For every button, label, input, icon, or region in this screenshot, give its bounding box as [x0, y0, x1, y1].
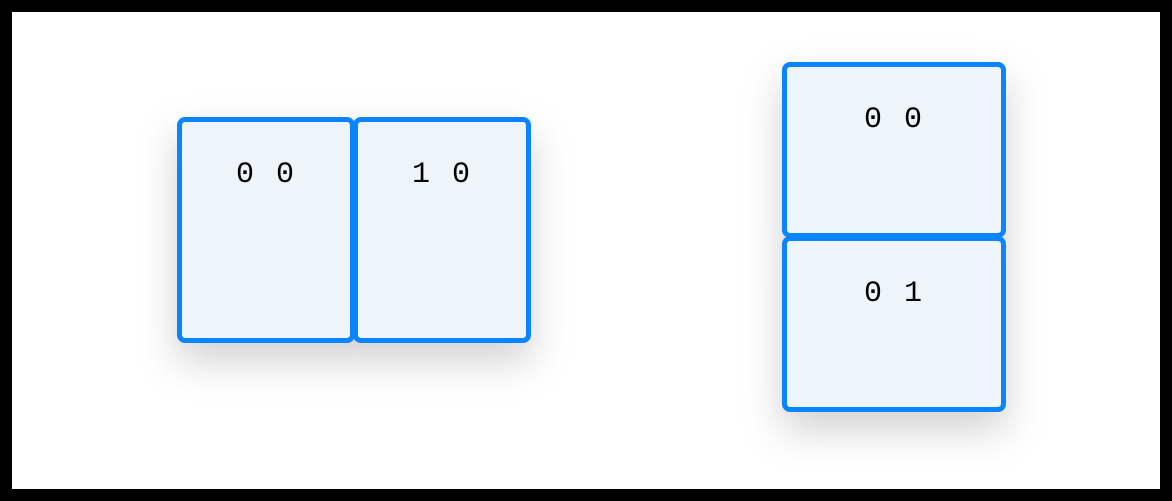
grid-cell: 0 0	[177, 117, 355, 343]
grid-cell: 1 0	[353, 117, 531, 343]
cell-coordinate-label: 0 0	[236, 158, 296, 192]
vertical-cell-group: 0 0 0 1	[782, 62, 1006, 412]
cell-coordinate-label: 0 1	[864, 277, 924, 311]
horizontal-cell-group: 0 0 1 0	[177, 117, 531, 343]
cell-coordinate-label: 1 0	[412, 158, 472, 192]
grid-cell: 0 1	[782, 236, 1006, 412]
diagram-canvas: 0 0 1 0 0 0 0 1	[12, 12, 1160, 489]
grid-cell: 0 0	[782, 62, 1006, 238]
cell-coordinate-label: 0 0	[864, 103, 924, 137]
